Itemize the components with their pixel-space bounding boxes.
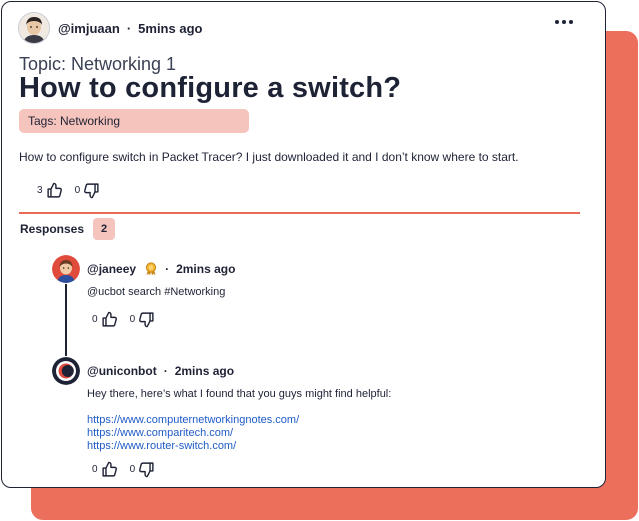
- thumbs-down-icon[interactable]: [83, 182, 100, 199]
- thumbs-up-icon[interactable]: [101, 461, 118, 478]
- response-text: @ucbot search #Networking: [87, 286, 226, 298]
- section-divider: [19, 212, 580, 214]
- response-votes: 0 0: [92, 461, 155, 478]
- downvote-count: 0: [129, 464, 136, 475]
- response-link[interactable]: https://www.computernetworkingnotes.com/: [87, 414, 299, 427]
- meta-separator: ·: [163, 364, 168, 378]
- post-meta: @imjuaan · 5mins ago: [58, 21, 202, 36]
- badge-icon: [144, 262, 158, 276]
- author-username[interactable]: @imjuaan: [58, 21, 120, 36]
- post-tags[interactable]: Tags: Networking: [19, 109, 249, 133]
- thumbs-down-icon[interactable]: [138, 461, 155, 478]
- post-header: @imjuaan · 5mins ago: [18, 12, 202, 44]
- response-meta: @uniconbot · 2mins ago: [87, 364, 234, 378]
- response-link[interactable]: https://www.router-switch.com/: [87, 440, 299, 453]
- thread-connector: [65, 284, 67, 356]
- response-meta: @janeey · 2mins ago: [87, 262, 235, 276]
- response-text: Hey there, here’s what I found that you …: [87, 388, 392, 400]
- thumbs-up-icon[interactable]: [101, 311, 118, 328]
- response-username[interactable]: @uniconbot: [87, 364, 157, 378]
- post-time: 5mins ago: [138, 20, 203, 36]
- post-card: @imjuaan · 5mins ago Topic: Networking 1…: [1, 1, 606, 488]
- meta-separator: ·: [126, 20, 132, 36]
- post-title: How to configure a switch?: [19, 72, 402, 104]
- response-link[interactable]: https://www.comparitech.com/: [87, 427, 299, 440]
- upvote-count: 0: [92, 464, 98, 475]
- more-dots-icon[interactable]: [555, 20, 573, 24]
- post-votes: 3 0: [37, 182, 100, 199]
- response-username[interactable]: @janeey: [87, 262, 136, 276]
- meta-separator: ·: [165, 262, 170, 276]
- responses-count-badge: 2: [93, 218, 115, 240]
- post-body: How to configure switch in Packet Tracer…: [19, 150, 519, 164]
- response-avatar-janeey[interactable]: [52, 255, 80, 283]
- response-time: 2mins ago: [176, 262, 236, 276]
- response-avatar-uniconbot[interactable]: [52, 357, 80, 385]
- upvote-count: 3: [37, 185, 43, 196]
- thumbs-up-icon[interactable]: [46, 182, 63, 199]
- author-avatar[interactable]: [18, 12, 50, 44]
- response-links: https://www.computernetworkingnotes.com/…: [87, 414, 299, 453]
- response-time: 2mins ago: [174, 364, 235, 378]
- downvote-count: 0: [74, 185, 81, 196]
- downvote-count: 0: [129, 314, 136, 325]
- upvote-count: 0: [92, 314, 98, 325]
- thumbs-down-icon[interactable]: [138, 311, 155, 328]
- responses-label: Responses: [20, 222, 85, 236]
- response-votes: 0 0: [92, 311, 155, 328]
